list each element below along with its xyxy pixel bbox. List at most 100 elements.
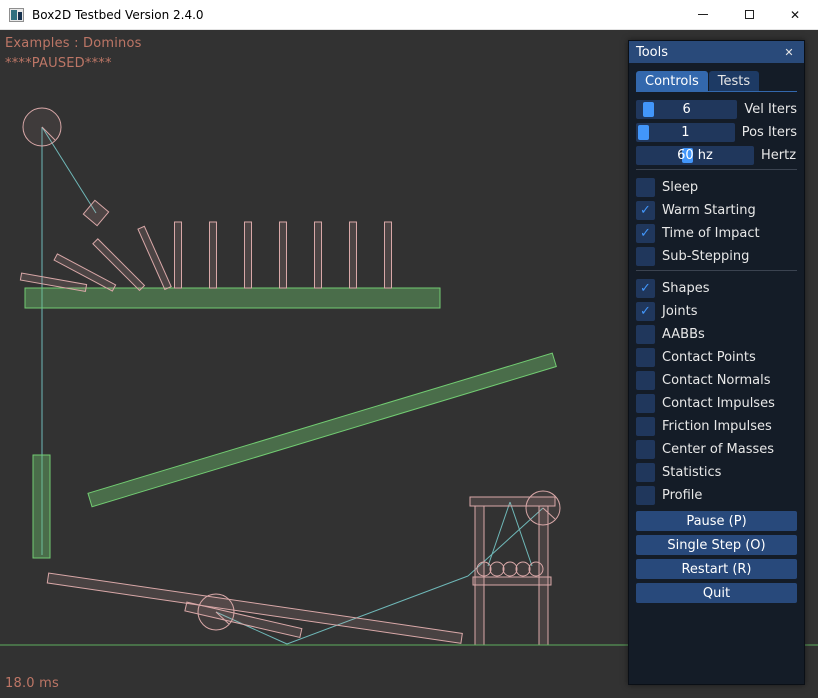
checkbox-box[interactable]: ✓ xyxy=(636,224,655,243)
checkbox-warm-starting[interactable]: ✓ Warm Starting xyxy=(636,201,797,220)
tools-panel-titlebar[interactable]: Tools ✕ xyxy=(629,41,804,63)
fallen-dominos[interactable] xyxy=(20,226,171,291)
simulation-canvas[interactable]: Examples : Dominos ****PAUSED**** 18.0 m… xyxy=(0,30,818,698)
checkbox-friction-impulses[interactable]: ✓ Friction Impulses xyxy=(636,417,797,436)
check-icon: ✓ xyxy=(640,180,651,195)
checkbox-center-of-masses[interactable]: ✓ Center of Masses xyxy=(636,440,797,459)
checkbox-label: Statistics xyxy=(662,465,721,480)
checkbox-aabbs[interactable]: ✓ AABBs xyxy=(636,325,797,344)
minimize-button[interactable] xyxy=(680,0,726,30)
vel-iters-row: 6 Vel Iters xyxy=(636,100,797,119)
checkbox-label: Sub-Stepping xyxy=(662,249,749,264)
check-icon: ✓ xyxy=(640,488,651,503)
tools-panel-title: Tools xyxy=(636,45,668,60)
seesaw-planks[interactable] xyxy=(47,573,462,643)
checkbox-label: Profile xyxy=(662,488,702,503)
check-icon: ✓ xyxy=(640,373,651,388)
checkbox-contact-normals[interactable]: ✓ Contact Normals xyxy=(636,371,797,390)
checkbox-label: Contact Points xyxy=(662,350,756,365)
slider-value: 1 xyxy=(636,123,735,142)
checkbox-sub-stepping[interactable]: ✓ Sub-Stepping xyxy=(636,247,797,266)
checkbox-box[interactable]: ✓ xyxy=(636,302,655,321)
window-title: Box2D Testbed Version 2.4.0 xyxy=(32,8,204,22)
tab-controls[interactable]: Controls xyxy=(636,71,708,91)
check-icon: ✓ xyxy=(640,304,651,319)
hertz-row: 60 hz Hertz xyxy=(636,146,797,165)
checkbox-box[interactable]: ✓ xyxy=(636,201,655,220)
checkbox-label: Contact Normals xyxy=(662,373,771,388)
paused-label: ****PAUSED**** xyxy=(5,56,112,71)
domino-platform xyxy=(25,288,440,308)
checkbox-label: Friction Impulses xyxy=(662,419,772,434)
slider-label: Vel Iters xyxy=(744,102,797,117)
frame-shelf[interactable] xyxy=(473,577,551,585)
pause-button[interactable]: Pause (P) xyxy=(636,511,797,531)
checkbox-time-of-impact[interactable]: ✓ Time of Impact xyxy=(636,224,797,243)
diagonal-plank xyxy=(88,353,556,507)
quit-button[interactable]: Quit xyxy=(636,583,797,603)
check-icon: ✓ xyxy=(640,465,651,480)
tools-panel-close-button[interactable]: ✕ xyxy=(781,44,797,60)
minimize-icon xyxy=(698,14,708,15)
checkbox-contact-impulses[interactable]: ✓ Contact Impulses xyxy=(636,394,797,413)
checkbox-box[interactable]: ✓ xyxy=(636,279,655,298)
checkbox-box[interactable]: ✓ xyxy=(636,417,655,436)
checkbox-box[interactable]: ✓ xyxy=(636,348,655,367)
window-controls: ✕ xyxy=(680,0,818,30)
check-icon: ✓ xyxy=(640,249,651,264)
pos-iters-slider[interactable]: 1 xyxy=(636,123,735,142)
checkbox-label: Sleep xyxy=(662,180,698,195)
checkbox-box[interactable]: ✓ xyxy=(636,486,655,505)
maximize-button[interactable] xyxy=(726,0,772,30)
separator xyxy=(636,169,797,170)
tab-tests[interactable]: Tests xyxy=(709,71,759,91)
checkbox-shapes[interactable]: ✓ Shapes xyxy=(636,279,797,298)
check-icon: ✓ xyxy=(640,442,651,457)
slider-label: Pos Iters xyxy=(742,125,797,140)
restart-button[interactable]: Restart (R) xyxy=(636,559,797,579)
pos-iters-row: 1 Pos Iters xyxy=(636,123,797,142)
checkbox-box[interactable]: ✓ xyxy=(636,178,655,197)
hertz-slider[interactable]: 60 hz xyxy=(636,146,754,165)
slider-value: 60 hz xyxy=(636,146,754,165)
solver-settings: 6 Vel Iters 1 Pos Iters xyxy=(636,92,797,165)
ball-cluster[interactable] xyxy=(477,562,543,576)
tools-panel: Tools ✕ Controls Tests 6 Vel Iters xyxy=(628,40,805,685)
close-button[interactable]: ✕ xyxy=(772,0,818,30)
separator xyxy=(636,270,797,271)
check-icon: ✓ xyxy=(640,396,651,411)
checkbox-box[interactable]: ✓ xyxy=(636,247,655,266)
solver-options: ✓ Sleep ✓ Warm Starting ✓ Time of Impact… xyxy=(636,178,797,266)
check-icon: ✓ xyxy=(640,350,651,365)
frame-time-label: 18.0 ms xyxy=(5,676,59,691)
checkbox-label: Time of Impact xyxy=(662,226,760,241)
checkbox-label: Shapes xyxy=(662,281,709,296)
tab-bar: Controls Tests xyxy=(636,69,797,92)
slider-value: 6 xyxy=(636,100,737,119)
checkbox-sleep[interactable]: ✓ Sleep xyxy=(636,178,797,197)
checkbox-box[interactable]: ✓ xyxy=(636,394,655,413)
standing-dominos[interactable] xyxy=(175,222,392,288)
maximize-icon xyxy=(745,10,754,19)
check-icon: ✓ xyxy=(640,281,651,296)
single-step-button[interactable]: Single Step (O) xyxy=(636,535,797,555)
title-bar[interactable]: Box2D Testbed Version 2.4.0 ✕ xyxy=(0,0,818,30)
checkbox-label: Warm Starting xyxy=(662,203,756,218)
app-icon xyxy=(9,8,24,22)
checkbox-box[interactable]: ✓ xyxy=(636,463,655,482)
checkbox-joints[interactable]: ✓ Joints xyxy=(636,302,797,321)
checkbox-contact-points[interactable]: ✓ Contact Points xyxy=(636,348,797,367)
checkbox-profile[interactable]: ✓ Profile xyxy=(636,486,797,505)
check-icon: ✓ xyxy=(640,226,651,241)
frame-right-post[interactable] xyxy=(539,506,548,645)
checkbox-box[interactable]: ✓ xyxy=(636,440,655,459)
checkbox-box[interactable]: ✓ xyxy=(636,325,655,344)
checkbox-statistics[interactable]: ✓ Statistics xyxy=(636,463,797,482)
vel-iters-slider[interactable]: 6 xyxy=(636,100,737,119)
swinging-box[interactable] xyxy=(83,200,108,225)
checkbox-label: AABBs xyxy=(662,327,705,342)
checkbox-label: Contact Impulses xyxy=(662,396,775,411)
checkbox-box[interactable]: ✓ xyxy=(636,371,655,390)
checkbox-label: Center of Masses xyxy=(662,442,774,457)
close-icon: ✕ xyxy=(784,46,793,59)
